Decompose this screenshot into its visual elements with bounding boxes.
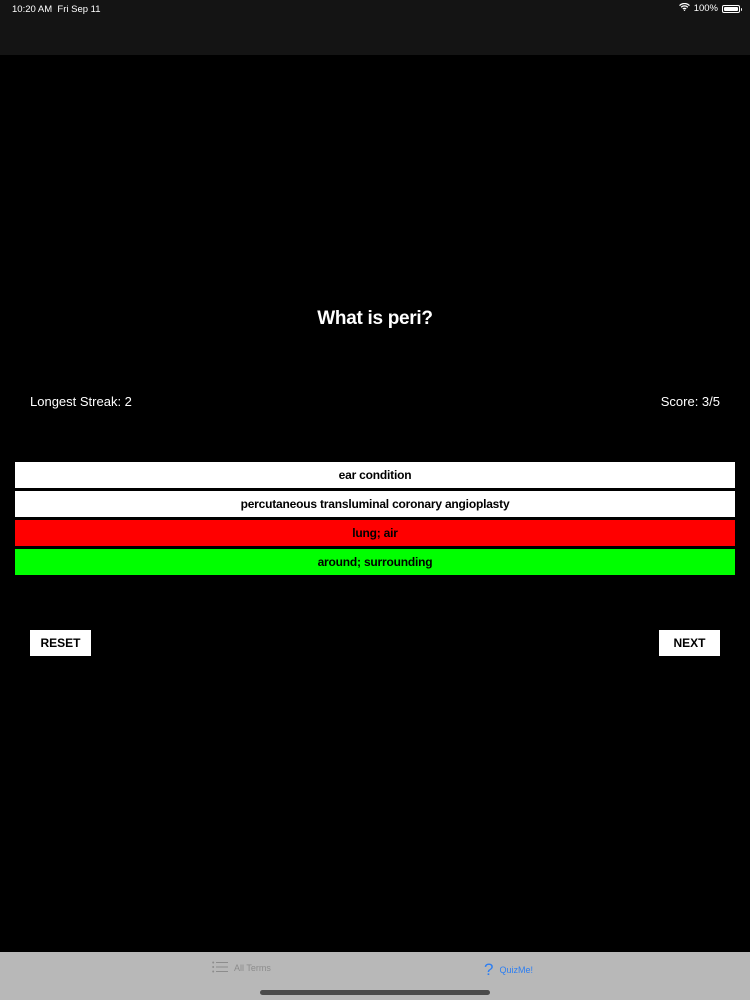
navigation-bar — [0, 20, 750, 55]
battery-level — [724, 6, 738, 11]
tab-label: QuizMe! — [499, 964, 533, 975]
answer-list: ear condition percutaneous transluminal … — [15, 462, 735, 578]
status-time-date: 10:20 AM Fri Sep 11 — [12, 4, 101, 15]
battery-icon — [722, 4, 742, 13]
tab-quizme[interactable]: ? QuizMe! — [484, 961, 533, 978]
longest-streak: Longest Streak: 2 — [30, 394, 132, 409]
tab-label: All Terms — [234, 963, 271, 973]
wifi-icon — [678, 2, 690, 14]
status-bar: 10:20 AM Fri Sep 11 100% — [0, 0, 750, 20]
score: Score: 3/5 — [660, 394, 720, 409]
status-indicators: 100% — [678, 2, 742, 14]
answer-option-3[interactable]: lung; air — [15, 520, 735, 546]
next-button[interactable]: NEXT — [659, 630, 720, 656]
question-text: What is peri? — [317, 308, 433, 329]
answer-option-2[interactable]: percutaneous transluminal coronary angio… — [15, 491, 735, 517]
home-indicator[interactable] — [260, 990, 490, 995]
status-time: 10:20 AM — [12, 4, 53, 15]
status-date: Fri Sep 11 — [57, 4, 101, 15]
answer-option-1[interactable]: ear condition — [15, 462, 735, 488]
battery-percent: 100% — [693, 3, 718, 14]
answer-label: around; surrounding — [317, 555, 433, 569]
answer-label: percutaneous transluminal coronary angio… — [240, 497, 510, 511]
answer-label: ear condition — [338, 468, 412, 482]
question-mark-icon: ? — [484, 960, 494, 979]
reset-button[interactable]: RESET — [30, 630, 91, 656]
tab-all-terms[interactable]: All Terms — [212, 961, 271, 975]
list-icon — [212, 961, 228, 975]
answer-option-4[interactable]: around; surrounding — [15, 549, 735, 575]
answer-label: lung; air — [352, 526, 398, 540]
